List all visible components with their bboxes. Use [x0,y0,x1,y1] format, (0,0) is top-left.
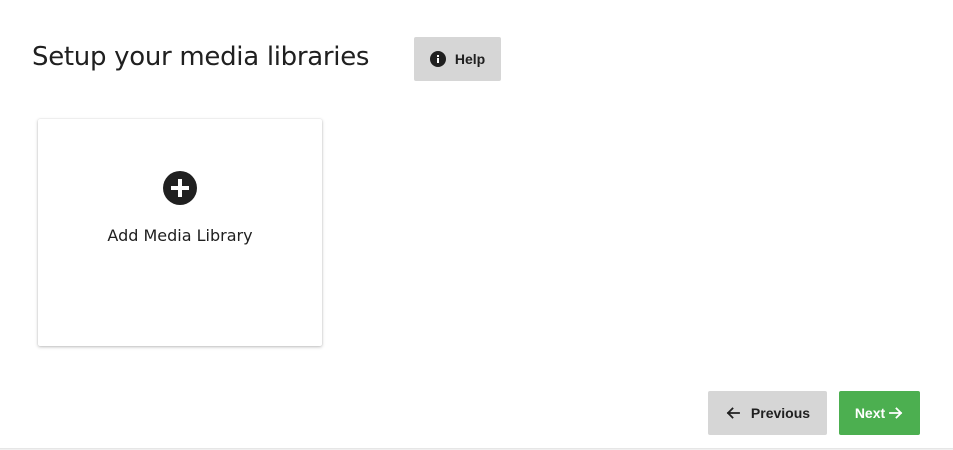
arrow-left-icon [726,407,740,419]
add-media-library-card[interactable]: Add Media Library [38,119,322,346]
previous-button-label: Previous [750,405,811,421]
arrow-right-icon [889,407,903,419]
help-button-label: Help [454,51,486,67]
plus-circle-icon [163,171,197,205]
page-title: Setup your media libraries [32,42,370,72]
info-circle-icon [429,51,446,67]
next-button-label: Next [854,405,886,421]
previous-button[interactable]: Previous [708,391,827,435]
add-media-library-label: Add Media Library [107,226,253,245]
wizard-page: Setup your media libraries Help Add Medi… [0,0,953,449]
help-button[interactable]: Help [414,37,501,81]
next-button[interactable]: Next [839,391,920,435]
